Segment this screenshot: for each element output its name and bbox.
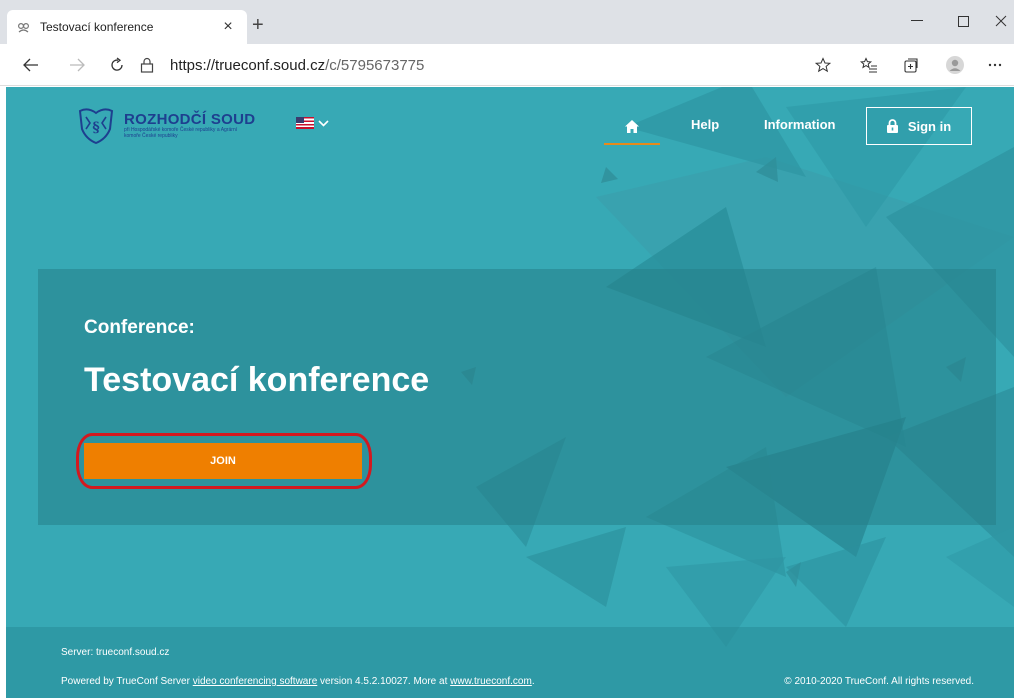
- svg-text:§: §: [92, 120, 99, 136]
- conference-label: Conference:: [84, 317, 195, 338]
- server-info: Server: trueconf.soud.cz: [61, 647, 170, 658]
- forward-icon[interactable]: [64, 52, 90, 78]
- profile-avatar-icon[interactable]: [942, 52, 968, 78]
- conference-panel: Conference: Testovací konference JOIN: [38, 269, 996, 525]
- favorite-star-icon[interactable]: [810, 52, 836, 78]
- conference-name: Testovací konference: [84, 361, 430, 399]
- org-subtitle: při Hospodářské komoře České republiky a…: [124, 126, 238, 139]
- back-icon[interactable]: [18, 52, 44, 78]
- url-path: /c/5795673775: [325, 56, 425, 74]
- page-content: § ROZHODČÍ SOUD při Hospodářské komoře Č…: [6, 87, 1014, 698]
- url-host: https://trueconf.soud.cz: [170, 56, 326, 74]
- close-window-icon[interactable]: [978, 6, 1014, 36]
- nav-information[interactable]: Information: [764, 117, 836, 132]
- new-tab-icon[interactable]: +: [252, 15, 264, 35]
- tab-title: Testovací konference: [40, 20, 154, 34]
- sign-in-label: Sign in: [907, 118, 952, 134]
- address-bar[interactable]: https://trueconf.soud.cz/c/5795673775: [140, 50, 840, 80]
- minimize-icon[interactable]: [894, 6, 940, 36]
- browser-titlebar: Testovací konference × +: [0, 0, 1014, 44]
- trueconf-site-link[interactable]: www.trueconf.com: [450, 676, 532, 687]
- browser-toolbar: https://trueconf.soud.cz/c/5795673775: [0, 44, 1014, 86]
- org-name: ROZHODČÍ SOUD: [124, 110, 256, 128]
- collections-icon[interactable]: [898, 52, 924, 78]
- favorites-list-icon[interactable]: [856, 52, 882, 78]
- page-footer: Server: trueconf.soud.cz Powered by True…: [6, 627, 1014, 698]
- nav-help[interactable]: Help: [691, 117, 719, 132]
- us-flag-icon: [296, 117, 314, 129]
- home-icon: [625, 119, 639, 133]
- language-selector[interactable]: [296, 116, 329, 130]
- powered-version: version 4.5.2.10027. More at: [317, 676, 451, 687]
- browser-tab[interactable]: Testovací konference ×: [7, 10, 247, 44]
- lock-icon: [140, 57, 162, 73]
- tab-close-icon[interactable]: ×: [219, 18, 237, 36]
- powered-by-text: Powered by TrueConf Server video confere…: [61, 676, 535, 687]
- refresh-icon[interactable]: [104, 52, 130, 78]
- join-button[interactable]: JOIN: [84, 443, 362, 479]
- padlock-icon: [886, 119, 898, 133]
- tab-favicon-icon: [17, 20, 31, 34]
- nav-home[interactable]: [604, 109, 660, 145]
- more-options-icon[interactable]: [982, 52, 1008, 78]
- powered-suffix: .: [531, 676, 535, 687]
- copyright: © 2010-2020 TrueConf. All rights reserve…: [784, 676, 974, 687]
- court-emblem-icon: §: [78, 108, 114, 145]
- video-conferencing-link[interactable]: video conferencing software: [193, 676, 318, 687]
- chevron-down-icon: [318, 116, 329, 130]
- site-logo[interactable]: § ROZHODČÍ SOUD při Hospodářské komoře Č…: [76, 105, 255, 145]
- sign-in-button[interactable]: Sign in: [866, 107, 972, 145]
- powered-prefix: Powered by TrueConf Server: [61, 676, 193, 687]
